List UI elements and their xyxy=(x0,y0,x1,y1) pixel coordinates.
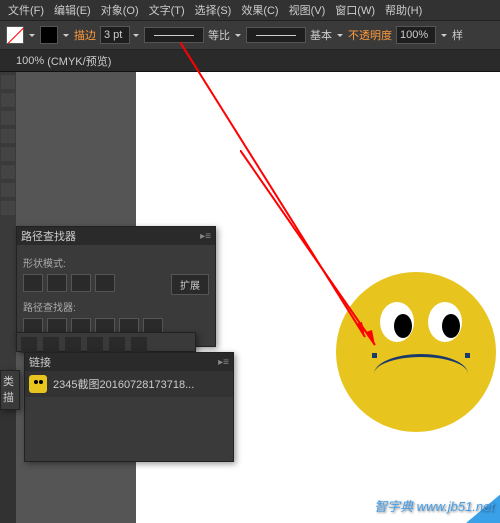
menu-effect[interactable]: 效果(C) xyxy=(237,0,282,20)
brush-definition[interactable] xyxy=(246,27,306,43)
stroke-width-dropdown-icon[interactable] xyxy=(132,31,140,39)
stroke-tab-label: 描 xyxy=(3,389,17,405)
doc-mode: (CMYK/预览) xyxy=(47,53,111,69)
stroke-swatch[interactable] xyxy=(40,26,58,44)
align-bottom-icon[interactable] xyxy=(131,337,147,353)
tools-panel xyxy=(0,72,16,372)
shape-mode-exclude[interactable] xyxy=(95,274,115,292)
tool-btn[interactable] xyxy=(1,201,15,215)
tool-btn[interactable] xyxy=(1,147,15,161)
link-thumbnail xyxy=(29,375,47,393)
align-left-icon[interactable] xyxy=(21,337,37,353)
fill-swatch[interactable] xyxy=(6,26,24,44)
stroke-profile[interactable] xyxy=(144,27,204,43)
panel-menu-icon[interactable]: ▸≡ xyxy=(218,357,229,368)
emoji-face[interactable] xyxy=(336,272,496,432)
shape-mode-minus[interactable] xyxy=(47,274,67,292)
stroke-dropdown-icon[interactable] xyxy=(62,31,70,39)
stroke-width-field[interactable]: 3 pt xyxy=(100,26,130,44)
uniform-label: 等比 xyxy=(208,27,230,43)
menu-type[interactable]: 文字(T) xyxy=(145,0,189,20)
align-panel xyxy=(16,332,196,352)
tool-btn[interactable] xyxy=(1,93,15,107)
brush-dropdown-icon[interactable] xyxy=(336,31,344,39)
style-label: 样 xyxy=(452,27,463,43)
link-filename: 2345截图20160728173718... xyxy=(53,376,194,392)
pathfinder-panel: 路径查找器 ▸≡ 形状模式: 扩展 路径查找器: xyxy=(16,226,216,347)
links-panel: 链接 ▸≡ 2345截图20160728173718... xyxy=(24,352,234,462)
tool-btn[interactable] xyxy=(1,111,15,125)
menu-file[interactable]: 文件(F) xyxy=(4,0,48,20)
expand-button[interactable]: 扩展 xyxy=(171,274,209,295)
emoji-eye-left xyxy=(380,302,414,342)
menu-help[interactable]: 帮助(H) xyxy=(381,0,426,20)
menu-view[interactable]: 视图(V) xyxy=(285,0,330,20)
emoji-mouth-path[interactable] xyxy=(374,354,468,374)
stroke-label: 描边 xyxy=(74,27,96,43)
menu-object[interactable]: 对象(O) xyxy=(97,0,143,20)
panel-header[interactable]: 路径查找器 ▸≡ xyxy=(17,227,215,245)
fill-dropdown-icon[interactable] xyxy=(28,31,36,39)
tool-btn[interactable] xyxy=(1,183,15,197)
emoji-eye-right xyxy=(428,302,462,342)
menu-window[interactable]: 窗口(W) xyxy=(331,0,379,20)
pathfinder-title: 路径查找器 xyxy=(21,228,76,244)
collapsed-panel[interactable]: 类 描 xyxy=(0,370,20,410)
shape-mode-intersect[interactable] xyxy=(71,274,91,292)
shape-modes-label: 形状模式: xyxy=(23,255,209,270)
opacity-field[interactable]: 100% xyxy=(396,26,436,44)
link-item[interactable]: 2345截图20160728173718... xyxy=(25,371,233,397)
align-right-icon[interactable] xyxy=(65,337,81,353)
document-tab[interactable]: 100% (CMYK/预览) xyxy=(0,50,500,72)
menu-edit[interactable]: 编辑(E) xyxy=(50,0,95,20)
opacity-label: 不透明度 xyxy=(348,27,392,43)
pathfinders-label: 路径查找器: xyxy=(23,299,209,314)
type-tab-label: 类 xyxy=(3,373,17,389)
tool-btn[interactable] xyxy=(1,165,15,179)
doc-zoom: 100% xyxy=(16,55,44,67)
basic-label: 基本 xyxy=(310,27,332,43)
opacity-dropdown-icon[interactable] xyxy=(440,31,448,39)
menubar: 文件(F) 编辑(E) 对象(O) 文字(T) 选择(S) 效果(C) 视图(V… xyxy=(0,0,500,20)
align-center-icon[interactable] xyxy=(43,337,59,353)
watermark: 智宇典 www.jb51.net xyxy=(374,496,494,515)
links-title: 链接 xyxy=(29,354,51,370)
menu-select[interactable]: 选择(S) xyxy=(191,0,236,20)
align-middle-icon[interactable] xyxy=(109,337,125,353)
panel-menu-icon[interactable]: ▸≡ xyxy=(200,231,211,242)
tool-btn[interactable] xyxy=(1,75,15,89)
align-top-icon[interactable] xyxy=(87,337,103,353)
links-header[interactable]: 链接 ▸≡ xyxy=(25,353,233,371)
tool-btn[interactable] xyxy=(1,129,15,143)
shape-mode-unite[interactable] xyxy=(23,274,43,292)
control-bar: 描边 3 pt 等比 基本 不透明度 100% 样 xyxy=(0,20,500,50)
uniform-dropdown-icon[interactable] xyxy=(234,31,242,39)
